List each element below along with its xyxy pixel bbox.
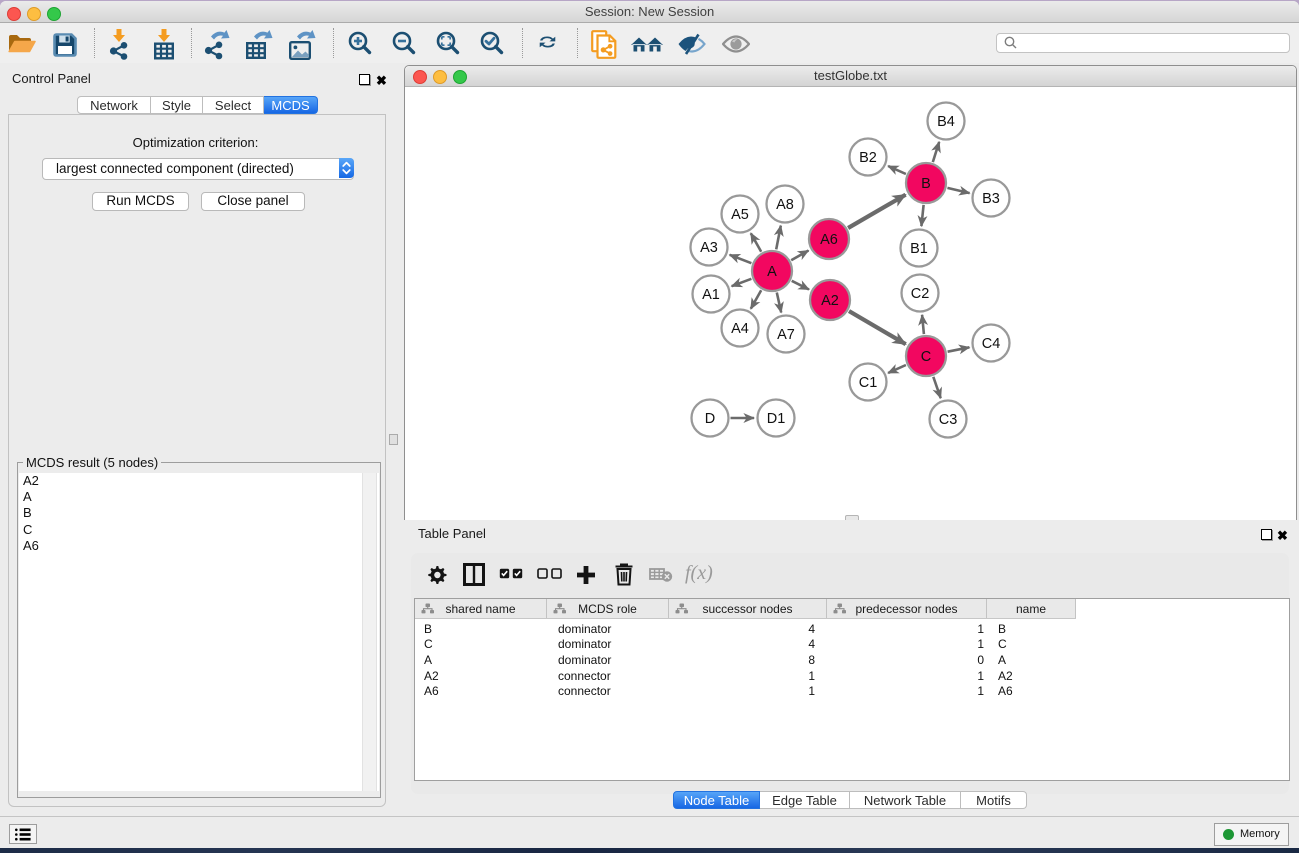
svg-text:A1: A1	[702, 287, 720, 303]
svg-text:B3: B3	[982, 191, 1000, 207]
svg-text:D1: D1	[767, 411, 786, 427]
svg-text:A5: A5	[731, 207, 749, 223]
svg-text:A4: A4	[731, 321, 749, 337]
svg-text:A3: A3	[700, 240, 718, 256]
svg-text:B2: B2	[859, 150, 877, 166]
svg-text:C: C	[921, 349, 931, 365]
svg-text:B: B	[921, 176, 931, 192]
svg-text:D: D	[705, 411, 715, 427]
svg-text:A8: A8	[776, 197, 794, 213]
svg-text:A6: A6	[820, 232, 838, 248]
svg-text:A2: A2	[821, 293, 839, 309]
svg-text:A7: A7	[777, 327, 795, 343]
svg-text:C2: C2	[911, 286, 930, 302]
svg-text:C1: C1	[859, 375, 878, 391]
svg-text:C3: C3	[939, 412, 958, 428]
svg-text:B4: B4	[937, 114, 955, 130]
svg-text:C4: C4	[982, 336, 1001, 352]
svg-text:A: A	[767, 264, 777, 280]
svg-text:B1: B1	[910, 241, 928, 257]
